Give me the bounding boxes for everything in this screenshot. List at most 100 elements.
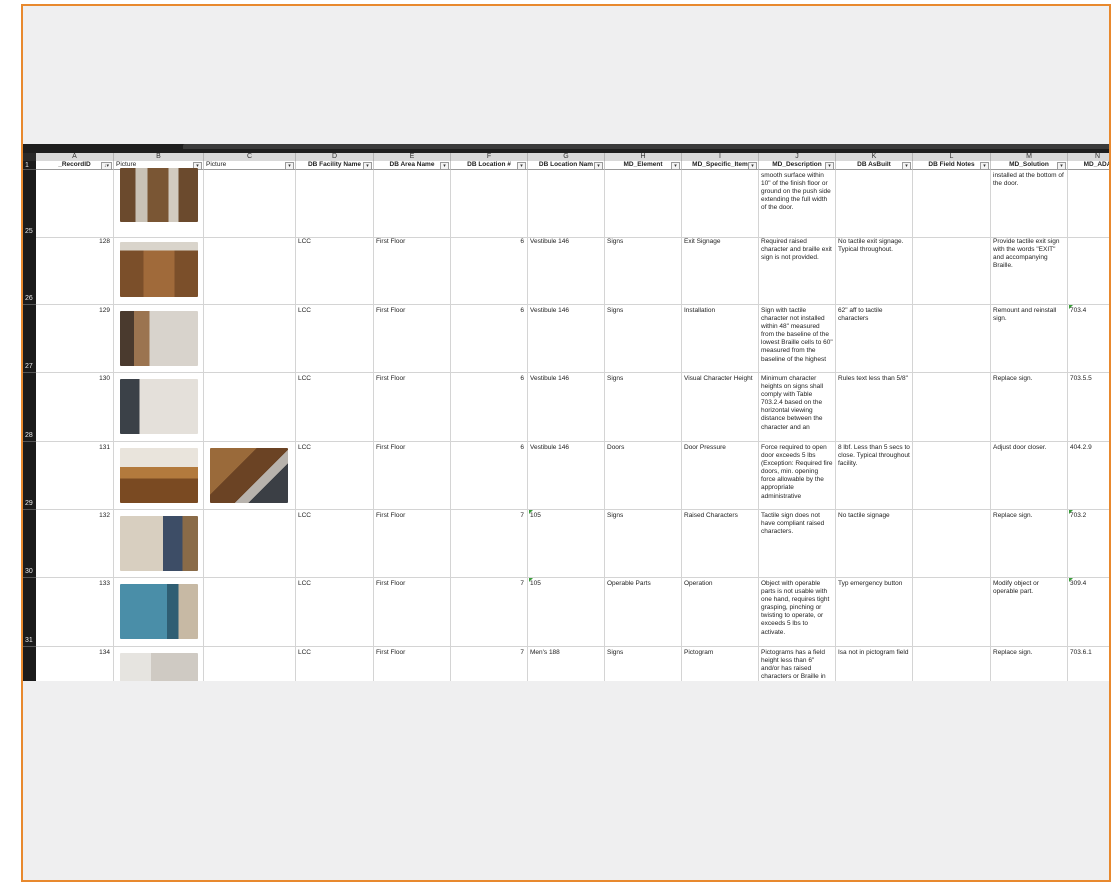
filter-dropdown-button[interactable]: ▾ [517, 162, 526, 169]
cell-j[interactable]: Tactile sign does not have compliant rai… [759, 510, 836, 578]
header-d[interactable]: DB Facility Name ▾ [296, 161, 374, 170]
cell-e[interactable]: First Floor [374, 442, 451, 510]
cell-i[interactable]: Raised Characters [682, 510, 759, 578]
cell-c[interactable] [204, 170, 296, 238]
cell-n[interactable]: 703.2 [1068, 510, 1109, 578]
photo-thumbnail[interactable] [120, 379, 198, 434]
sort-filter-button[interactable]: ↓▾ [101, 162, 112, 169]
row-number[interactable]: 29 [23, 442, 36, 510]
cell-j[interactable]: Force required to open door exceeds 5 lb… [759, 442, 836, 510]
cell-n[interactable]: 703.4 [1068, 305, 1109, 373]
row-number[interactable]: 31 [23, 578, 36, 647]
header-c[interactable]: Picture ▾ [204, 161, 296, 170]
photo-thumbnail[interactable] [120, 242, 198, 297]
header-g[interactable]: DB Location Nam ▾ [528, 161, 605, 170]
header-f[interactable]: DB Location # ▾ [451, 161, 528, 170]
cell-h[interactable]: Doors [605, 442, 682, 510]
cell-i[interactable]: Installation [682, 305, 759, 373]
cell-c[interactable] [204, 647, 296, 681]
cell-i[interactable]: Pictogram [682, 647, 759, 681]
select-all-corner[interactable] [23, 153, 36, 161]
column-letter-m[interactable]: M [991, 153, 1068, 161]
cell-e[interactable] [374, 170, 451, 238]
photo-thumbnail[interactable] [120, 448, 198, 503]
cell-c[interactable] [204, 510, 296, 578]
cell-m[interactable]: Adjust door closer. [991, 442, 1068, 510]
photo-thumbnail[interactable] [120, 311, 198, 366]
cell-k[interactable]: Isa not in pictogram field [836, 647, 913, 681]
cell-d[interactable]: LCC [296, 442, 374, 510]
cell-k[interactable]: Rules text less than 5/8" [836, 373, 913, 442]
cell-j[interactable]: smooth surface within 10" of the finish … [759, 170, 836, 238]
cell-c[interactable] [204, 373, 296, 442]
cell-a[interactable]: 132 [36, 510, 114, 578]
cell-l[interactable] [913, 236, 991, 305]
cell-n[interactable]: 309.4 [1068, 578, 1109, 647]
cell-n[interactable] [1068, 236, 1109, 305]
cell-h[interactable]: Signs [605, 305, 682, 373]
cell-n[interactable]: 404.2.9 [1068, 442, 1109, 510]
cell-k[interactable]: Typ emergency button [836, 578, 913, 647]
cell-a[interactable]: 128 [36, 236, 114, 305]
cell-m[interactable]: Replace sign. [991, 373, 1068, 442]
cell-g[interactable]: Vestibule 146 [528, 305, 605, 373]
filter-dropdown-button[interactable]: ▾ [594, 162, 603, 169]
cell-d[interactable]: LCC [296, 305, 374, 373]
cell-l[interactable] [913, 305, 991, 373]
cell-h[interactable]: Operable Parts [605, 578, 682, 647]
cell-c[interactable] [204, 305, 296, 373]
cell-f[interactable]: 7 [451, 578, 528, 647]
cell-i[interactable]: Exit Signage [682, 236, 759, 305]
header-a[interactable]: _RecordID ↓▾ [36, 161, 114, 170]
column-letter-h[interactable]: H [605, 153, 682, 161]
cell-f[interactable]: 7 [451, 510, 528, 578]
cell-j[interactable]: Required raised character and braille ex… [759, 236, 836, 305]
cell-a[interactable]: 130 [36, 373, 114, 442]
column-letter-a[interactable]: A [36, 153, 114, 161]
cell-j[interactable]: Pictograms has a field height less than … [759, 647, 836, 681]
filter-dropdown-button[interactable]: ▾ [1057, 162, 1066, 169]
row-number[interactable]: 30 [23, 510, 36, 578]
row-number-header[interactable]: 1 [23, 161, 36, 170]
cell-k[interactable]: 62" aff to tactile characters [836, 305, 913, 373]
column-letter-c[interactable]: C [204, 153, 296, 161]
row-number[interactable] [23, 647, 36, 681]
cell-e[interactable]: First Floor [374, 305, 451, 373]
filter-dropdown-button[interactable]: ▾ [671, 162, 680, 169]
cell-h[interactable]: Signs [605, 373, 682, 442]
cell-e[interactable]: First Floor [374, 510, 451, 578]
photo-thumbnail[interactable] [210, 448, 288, 503]
column-letter-g[interactable]: G [528, 153, 605, 161]
cell-d[interactable]: LCC [296, 373, 374, 442]
cell-j[interactable]: Minimum character heights on signs shall… [759, 373, 836, 442]
filter-dropdown-button[interactable]: ▾ [902, 162, 911, 169]
cell-c[interactable] [204, 578, 296, 647]
cell-m[interactable]: Provide tactile exit sign with the words… [991, 236, 1068, 305]
cell-n[interactable] [1068, 170, 1109, 238]
cell-i[interactable] [682, 170, 759, 238]
header-l[interactable]: DB Field Notes ▾ [913, 161, 991, 170]
cell-d[interactable] [296, 170, 374, 238]
cell-e[interactable]: First Floor [374, 373, 451, 442]
cell-a[interactable]: 133 [36, 578, 114, 647]
filter-dropdown-button[interactable]: ▾ [285, 162, 294, 169]
cell-i[interactable]: Visual Character Height [682, 373, 759, 442]
header-h[interactable]: MD_Element ▾ [605, 161, 682, 170]
header-j[interactable]: MD_Description ▾ [759, 161, 836, 170]
column-letter-k[interactable]: K [836, 153, 913, 161]
filter-dropdown-button[interactable]: ▾ [363, 162, 372, 169]
cell-l[interactable] [913, 442, 991, 510]
column-letter-n[interactable]: N [1068, 153, 1109, 161]
column-letter-f[interactable]: F [451, 153, 528, 161]
cell-m[interactable]: Replace sign. [991, 647, 1068, 681]
spreadsheet-grid[interactable]: A _RecordID ↓▾ B Picture ▾ C Picture ▾ D DB Facili… [23, 153, 1109, 681]
cell-f[interactable]: 6 [451, 373, 528, 442]
filter-dropdown-button[interactable]: ▾ [748, 162, 757, 169]
cell-i[interactable]: Door Pressure [682, 442, 759, 510]
column-letter-d[interactable]: D [296, 153, 374, 161]
row-number[interactable]: 27 [23, 305, 36, 373]
cell-c[interactable] [204, 236, 296, 305]
cell-k[interactable]: 8 lbf. Less than 5 secs to close. Typica… [836, 442, 913, 510]
cell-k[interactable]: No tactile signage [836, 510, 913, 578]
horizontal-scrollbar[interactable] [183, 144, 1109, 149]
